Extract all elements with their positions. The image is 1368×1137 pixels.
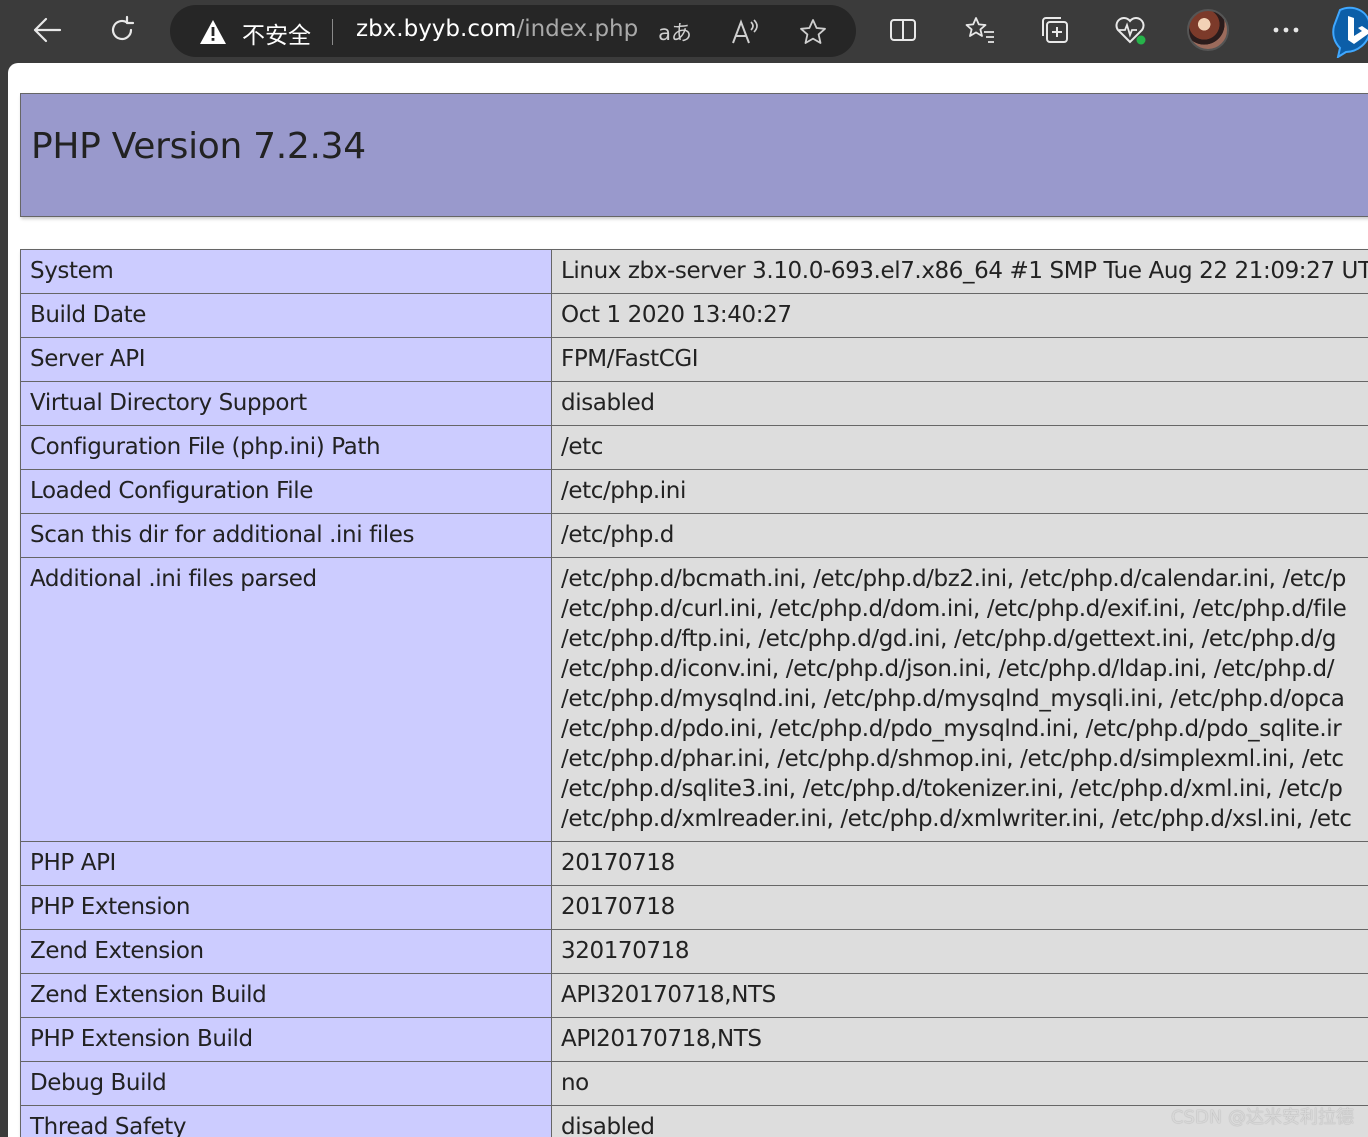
row-value-line: /etc/php.d/xmlreader.ini, /etc/php.d/xml…	[561, 806, 1352, 832]
browser-toolbar: 不安全 zbx.byyb.com/index.php aあ	[0, 0, 1368, 62]
row-value: 320170718	[551, 929, 1368, 974]
url-host: zbx.byyb.com	[356, 16, 517, 42]
row-value-line: /etc/php.d/sqlite3.ini, /etc/php.d/token…	[561, 776, 1343, 802]
row-value-line: /etc/php.d/ftp.ini, /etc/php.d/gd.ini, /…	[561, 626, 1337, 652]
table-row: Zend Extension Build API320170718,NTS	[20, 973, 1368, 1018]
row-value: /etc/php.d/bcmath.ini, /etc/php.d/bz2.in…	[551, 557, 1368, 842]
row-value: 20170718	[551, 841, 1368, 886]
row-value: /etc	[551, 425, 1368, 470]
page-viewport[interactable]: PHP Version 7.2.34 System Linux zbx-serve…	[8, 63, 1368, 1137]
row-value-line: disabled	[561, 390, 655, 416]
table-row: Additional .ini files parsed/etc/php.d/b…	[20, 557, 1368, 842]
table-row: Scan this dir for additional .ini files /…	[20, 513, 1368, 558]
row-value-line: 20170718	[561, 850, 675, 876]
collections-icon[interactable]	[1035, 10, 1075, 50]
table-row: Server API FPM/FastCGI	[20, 337, 1368, 382]
table-row: Build Date Oct 1 2020 13:40:27	[20, 293, 1368, 338]
row-label: Additional .ini files parsed	[20, 557, 552, 842]
row-label: Debug Build	[20, 1061, 552, 1106]
row-value: API20170718,NTS	[551, 1017, 1368, 1062]
table-row: Thread Safety disabled	[20, 1105, 1368, 1137]
row-label: Thread Safety	[20, 1105, 552, 1137]
row-value: no	[551, 1061, 1368, 1106]
row-value-line: 320170718	[561, 938, 690, 964]
url-text[interactable]: zbx.byyb.com/index.php	[356, 16, 638, 42]
url-path: /index.php	[516, 16, 639, 42]
row-label: Scan this dir for additional .ini files	[20, 513, 552, 558]
read-aloud-icon[interactable]	[728, 15, 762, 49]
row-label: Zend Extension	[20, 929, 552, 974]
row-label: PHP Extension Build	[20, 1017, 552, 1062]
row-label: Server API	[20, 337, 552, 382]
row-value: Oct 1 2020 13:40:27	[551, 293, 1368, 338]
row-value-line: /etc/php.d/pdo.ini, /etc/php.d/pdo_mysql…	[561, 716, 1342, 742]
row-value-line: no	[561, 1070, 589, 1096]
csdn-watermark: CSDN @达米安利拉德	[1170, 1107, 1354, 1128]
table-row: PHP Extension Build API20170718,NTS	[20, 1017, 1368, 1062]
php-version-header: PHP Version 7.2.34	[20, 93, 1368, 217]
address-divider	[332, 19, 333, 45]
row-value: disabled	[551, 381, 1368, 426]
row-value-line: API320170718,NTS	[561, 982, 776, 1008]
refresh-icon[interactable]	[102, 10, 142, 50]
warning-icon[interactable]	[198, 18, 228, 46]
row-value: /etc/php.ini	[551, 469, 1368, 514]
browser-essentials-icon[interactable]	[1110, 10, 1150, 50]
table-row: Debug Build no	[20, 1061, 1368, 1106]
back-icon[interactable]	[27, 10, 67, 50]
row-value-line: Oct 1 2020 13:40:27	[561, 302, 792, 328]
row-label: Configuration File (php.ini) Path	[20, 425, 552, 470]
more-options-icon[interactable]	[1266, 10, 1306, 50]
security-status-label[interactable]: 不安全	[242, 16, 311, 50]
row-value-line: FPM/FastCGI	[561, 346, 699, 372]
table-row: System Linux zbx-server 3.10.0-693.el7.x8…	[20, 249, 1368, 294]
translate-icon[interactable]: aあ	[658, 15, 692, 49]
row-value-line: /etc/php.ini	[561, 478, 686, 504]
table-row: Virtual Directory Support disabled	[20, 381, 1368, 426]
row-value-line: /etc/php.d/iconv.ini, /etc/php.d/json.in…	[561, 656, 1335, 682]
row-label: Build Date	[20, 293, 552, 338]
row-value-line: /etc/php.d/phar.ini, /etc/php.d/shmop.in…	[561, 746, 1344, 772]
address-bar[interactable]: 不安全 zbx.byyb.com/index.php aあ	[170, 5, 856, 57]
profile-avatar[interactable]	[1187, 9, 1229, 51]
row-value: Linux zbx-server 3.10.0-693.el7.x86_64 #…	[551, 249, 1368, 294]
row-value-line: /etc/php.d/mysqlnd.ini, /etc/php.d/mysql…	[561, 686, 1345, 712]
split-screen-icon[interactable]	[883, 10, 923, 50]
favorites-icon[interactable]	[960, 10, 1000, 50]
row-label: PHP API	[20, 841, 552, 886]
table-row: Configuration File (php.ini) Path/etc	[20, 425, 1368, 470]
table-row: Zend Extension 320170718	[20, 929, 1368, 974]
favorite-star-icon[interactable]	[796, 15, 830, 49]
table-row: Loaded Configuration File/etc/php.ini	[20, 469, 1368, 514]
row-value-line: /etc	[561, 434, 603, 460]
row-value-line: Linux zbx-server 3.10.0-693.el7.x86_64 #…	[561, 258, 1368, 284]
page-title: PHP Version 7.2.34	[31, 126, 366, 167]
row-value-line: API20170718,NTS	[561, 1026, 762, 1052]
row-value: API320170718,NTS	[551, 973, 1368, 1018]
row-label: Zend Extension Build	[20, 973, 552, 1018]
row-value-line: 20170718	[561, 894, 675, 920]
row-label: System	[20, 249, 552, 294]
bing-copilot-icon[interactable]	[1332, 4, 1368, 58]
row-value: FPM/FastCGI	[551, 337, 1368, 382]
row-label: Virtual Directory Support	[20, 381, 552, 426]
row-label: PHP Extension	[20, 885, 552, 930]
row-value-line: /etc/php.d/bcmath.ini, /etc/php.d/bz2.in…	[561, 566, 1346, 592]
table-row: PHP API 20170718	[20, 841, 1368, 886]
row-label: Loaded Configuration File	[20, 469, 552, 514]
row-value: /etc/php.d	[551, 513, 1368, 558]
php-info-table: System Linux zbx-server 3.10.0-693.el7.x8…	[20, 249, 1368, 1137]
table-row: PHP Extension 20170718	[20, 885, 1368, 930]
row-value-line: /etc/php.d	[561, 522, 674, 548]
row-value: 20170718	[551, 885, 1368, 930]
row-value-line: /etc/php.d/curl.ini, /etc/php.d/dom.ini,…	[561, 596, 1347, 622]
